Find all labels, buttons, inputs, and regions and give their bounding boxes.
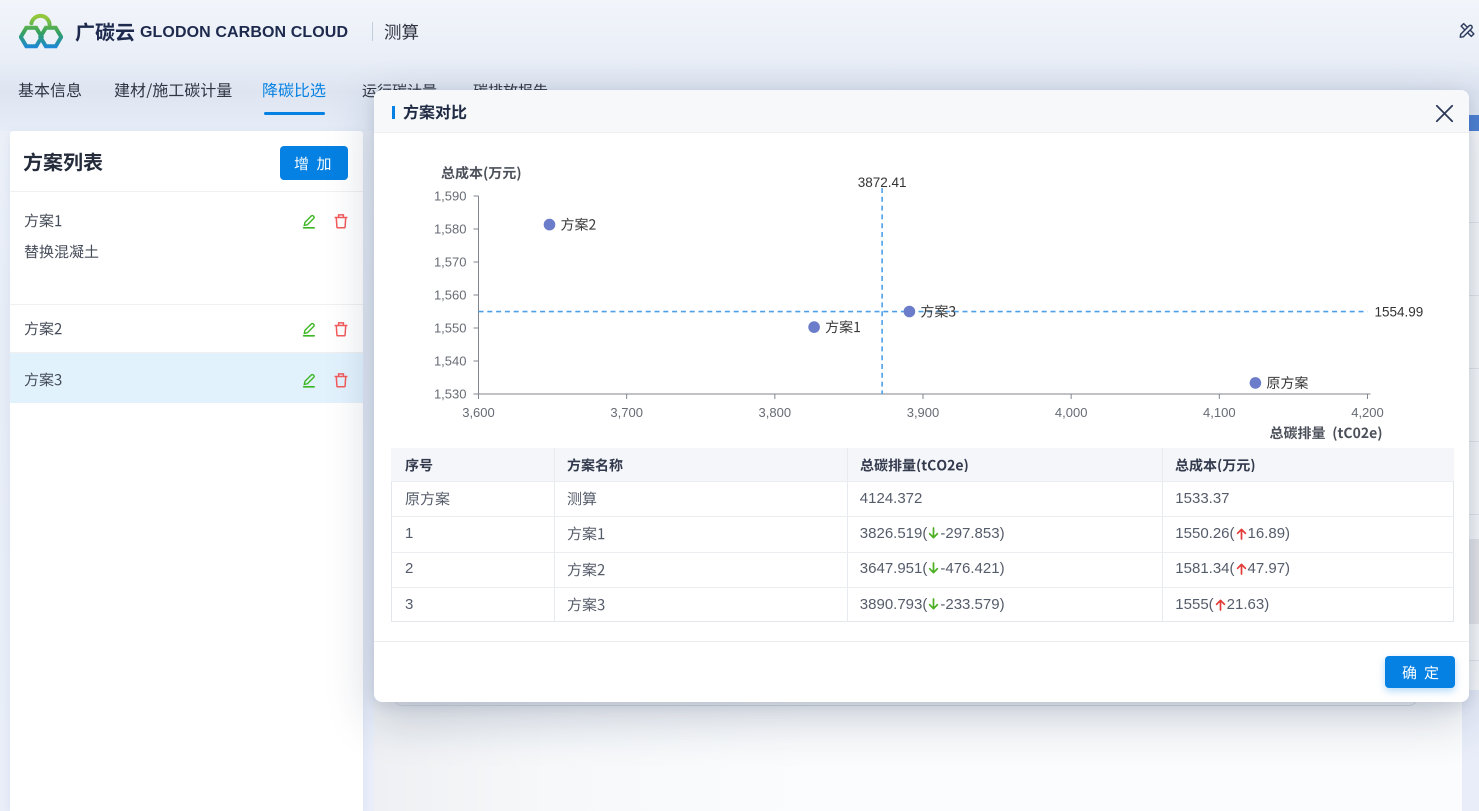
svg-text:1554.99: 1554.99 xyxy=(1374,305,1423,320)
svg-text:1,560: 1,560 xyxy=(433,288,466,303)
svg-text:1,550: 1,550 xyxy=(433,321,466,336)
svg-text:3,600: 3,600 xyxy=(462,405,495,420)
svg-text:3,700: 3,700 xyxy=(610,405,643,420)
svg-text:1,590: 1,590 xyxy=(433,189,466,204)
svg-text:4,200: 4,200 xyxy=(1351,405,1384,420)
svg-text:4,000: 4,000 xyxy=(1054,405,1087,420)
svg-text:1,530: 1,530 xyxy=(433,387,466,402)
svg-text:3872.41: 3872.41 xyxy=(857,175,906,190)
svg-text:3,800: 3,800 xyxy=(758,405,791,420)
svg-text:1,570: 1,570 xyxy=(433,255,466,270)
svg-text:4,100: 4,100 xyxy=(1203,405,1236,420)
svg-text:1,540: 1,540 xyxy=(433,354,466,369)
svg-text:3,900: 3,900 xyxy=(906,405,939,420)
svg-text:1,580: 1,580 xyxy=(433,222,466,237)
